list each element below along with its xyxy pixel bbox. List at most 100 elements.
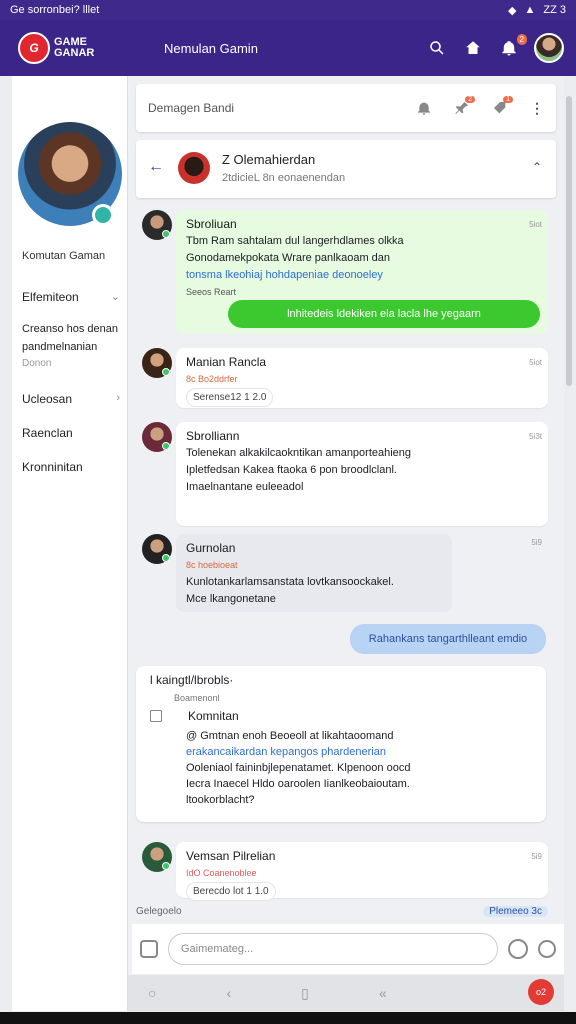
message-tag: 8c hoebioeat — [186, 560, 238, 570]
online-indicator-icon — [162, 230, 170, 238]
message-line: Kunlotankarlamsanstata lovtkansoockakel. — [186, 576, 394, 588]
chevron-up-icon[interactable]: ⌃ — [532, 160, 542, 174]
floating-action-button[interactable]: o2 — [528, 979, 554, 1005]
thread-card[interactable]: l kaingtl/lbrobls· Boamenonl Komnitan @ … — [136, 666, 546, 822]
search-icon[interactable] — [426, 37, 448, 59]
online-indicator-icon — [162, 554, 170, 562]
scrollbar[interactable] — [566, 96, 572, 386]
compose-status-strip: Gelegoelo Plemeeo 3c — [136, 906, 556, 924]
message-tag: IdO Coanenoblee — [186, 868, 257, 878]
search-placeholder: Demagen Bandi — [148, 101, 235, 115]
tag-icon[interactable]: 1 — [492, 96, 513, 116]
reply-pill[interactable]: lnhitedeis ldekiken ela lacla lhe yegaar… — [228, 300, 540, 328]
message-time: 5i9 — [531, 538, 542, 547]
nav-recent-icon[interactable]: « — [379, 985, 387, 1001]
compose-bar: Gaimemateg... — [132, 924, 564, 974]
sticker-icon[interactable] — [538, 940, 556, 958]
system-nav-bar: ○ ‹ ▯ « o2 — [128, 975, 564, 1011]
status-bar: Ge sorronbei? lllet ◆ ▲ ZZ 3 — [0, 0, 576, 20]
status-left: Ge sorronbei? lllet — [10, 4, 100, 16]
message-bubble[interactable]: Sbroliuan Tbm Ram sahtalam dul langerhdl… — [176, 210, 548, 334]
search-bar[interactable]: Demagen Bandi 2 1 ⋮ — [136, 84, 556, 132]
thread-line: ltookorblacht? — [186, 794, 255, 806]
message-bubble[interactable]: Vemsan Pilrelian IdO Coanenoblee Berecdo… — [176, 842, 548, 901]
user-avatar[interactable] — [534, 33, 564, 63]
message-author: Vemsan Pilrelian — [186, 849, 276, 863]
chat-header: ← Z Olemahierdan 2tdicieL 8n eonaenendan… — [136, 140, 556, 198]
notifications-badge: 2 — [516, 34, 527, 45]
message-item: Manian Rancla 8c Bo2ddrfer Serense12 1 2… — [142, 348, 548, 414]
thread-line: @ Gmtnan enoh Beoeoll at likahtaoomand — [186, 730, 394, 742]
chevron-right-icon: › — [116, 392, 120, 404]
message-time: 5iot — [529, 358, 542, 367]
online-indicator-icon — [162, 368, 170, 376]
message-bubble[interactable]: Manian Rancla 8c Bo2ddrfer Serense12 1 2… — [176, 348, 548, 408]
nav-home-icon[interactable]: ▯ — [301, 985, 309, 1002]
signal-icon: ▲ — [524, 4, 536, 16]
message-author: Sbrolliann — [186, 429, 240, 443]
message-time: 5i9 — [531, 852, 542, 861]
logo-text: GAME GANAR — [54, 36, 95, 59]
thread-link[interactable]: erakancaikardan kepangos phardenerian — [186, 744, 386, 761]
pin-icon[interactable]: 2 — [454, 96, 475, 116]
thread-line: Iecra Inaecel Hldo oaroolen Iianlkeobaio… — [186, 778, 410, 790]
home-icon[interactable] — [462, 37, 484, 59]
sidebar: Komutan Gaman Elfemiteon ⌄ Creanso hos de… — [12, 76, 128, 1011]
bottom-edge — [0, 1012, 576, 1024]
attach-icon[interactable] — [140, 940, 158, 958]
message-time: 5iot — [529, 220, 542, 229]
reaction-chip[interactable]: Berecdo lot 1 1.0 — [186, 882, 276, 901]
message-line: Tolenekan alkakilcaokntikan amanporteahi… — [186, 447, 412, 459]
thread-title: l kaingtl/lbrobls· — [150, 673, 234, 687]
notifications-icon[interactable]: 2 — [498, 34, 527, 59]
sidebar-item-4[interactable]: Kronninitan — [22, 460, 120, 474]
outgoing-message-pill[interactable]: Rahankans tangarthlleant emdio — [350, 624, 546, 654]
main-panel: Demagen Bandi 2 1 ⋮ ← Z Olemahierdan 2td… — [128, 76, 564, 1011]
sidebar-multiline-text: Creanso hos denan pandmelnanian — [22, 323, 119, 353]
message-line: Gonodamekpokata Wrare panlkaoam dan — [186, 252, 391, 264]
message-author: Sbroliuan — [186, 217, 237, 231]
message-line: Imaelnantane euleeadol — [186, 481, 304, 493]
message-input[interactable]: Gaimemateg... — [168, 933, 498, 965]
message-item: Vemsan Pilrelian IdO Coanenoblee Berecdo… — [142, 842, 548, 902]
message-time: 5i3t — [529, 432, 542, 441]
chevron-down-icon: ⌄ — [110, 291, 120, 303]
online-indicator-icon — [162, 862, 170, 870]
back-arrow-icon[interactable]: ← — [148, 158, 164, 176]
sidebar-subtext: Donon — [22, 358, 52, 369]
reaction-chip[interactable]: Serense12 1 2.0 — [186, 388, 274, 407]
message-item: Sbrolliann Tolenekan alkakilcaokntikan a… — [142, 422, 548, 530]
sidebar-item-3[interactable]: Raenclan — [22, 426, 120, 440]
compose-status-left: Gelegoelo — [136, 906, 182, 917]
message-bubble[interactable]: Gurnolan 8c hoebioeat Kunlotankarlamsans… — [176, 534, 452, 612]
sidebar-item-2[interactable]: Ucleosan › — [22, 392, 120, 406]
checkbox-icon[interactable] — [150, 710, 162, 722]
profile-badge-icon — [92, 204, 114, 226]
online-indicator-icon — [162, 442, 170, 450]
nav-circle-icon[interactable]: ○ — [148, 985, 156, 1001]
chat-subtitle: 2tdicieL 8n eonaenendan — [222, 172, 346, 184]
chat-avatar[interactable] — [178, 152, 210, 184]
chat-title: Z Olemahierdan — [222, 152, 316, 167]
sidebar-profile-name: Komutan Gaman — [22, 250, 106, 262]
message-tag: 8c Bo2ddrfer — [186, 374, 238, 384]
nav-back-icon[interactable]: ‹ — [226, 985, 231, 1001]
message-line: Tbm Ram sahtalam dul langerhdlames olkka — [186, 235, 404, 247]
message-author: Manian Rancla — [186, 355, 267, 369]
thread-subtitle: Boamenonl — [174, 693, 220, 703]
compose-status-right[interactable]: Plemeeo 3c — [483, 906, 548, 917]
message-item: Gurnolan 8c hoebioeat Kunlotankarlamsans… — [142, 534, 548, 616]
thread-line: Ooleniaol faininbjlepenatamet. Klpenoon … — [186, 762, 411, 774]
app-logo[interactable]: G — [18, 32, 50, 64]
bell-icon[interactable] — [416, 100, 432, 116]
message-bubble[interactable]: Sbrolliann Tolenekan alkakilcaokntikan a… — [176, 422, 548, 526]
message-line: Mce lkangonetane — [186, 593, 276, 605]
emoji-icon[interactable] — [508, 939, 528, 959]
message-line: Ipletfedsan Kakea ftaoka 6 pon broodlcla… — [186, 464, 397, 476]
app-bar: G GAME GANAR Nemulan Gamin 2 — [0, 20, 576, 76]
more-icon[interactable]: ⋮ — [530, 100, 544, 117]
app-title: Nemulan Gamin — [164, 40, 258, 56]
sidebar-item-1[interactable]: Elfemiteon ⌄ — [22, 290, 120, 304]
message-link[interactable]: tonsma lkeohiaj hohdapeniae deonoeley — [186, 267, 538, 284]
wifi-icon: ◆ — [508, 4, 517, 17]
